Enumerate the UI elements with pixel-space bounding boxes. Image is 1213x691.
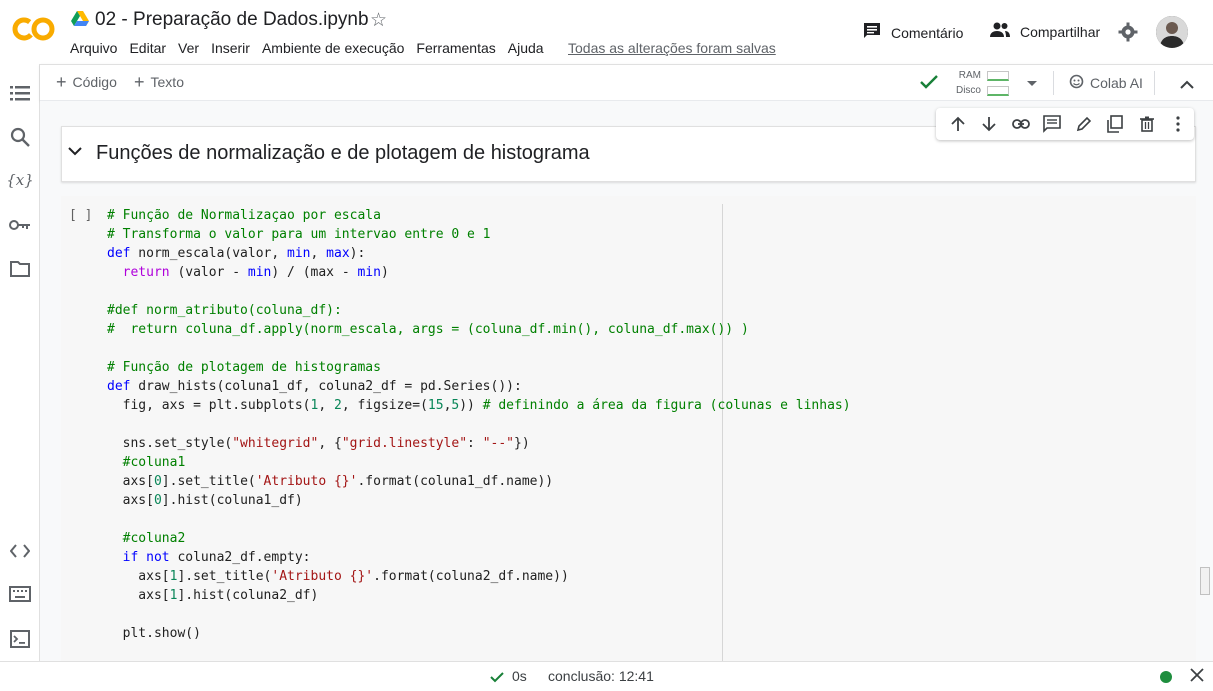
code-line[interactable]: axs[1].hist(coluna2_df) bbox=[107, 586, 851, 605]
disk-label: Disco bbox=[955, 85, 981, 96]
comment-label: Comentário bbox=[891, 24, 964, 41]
code-line[interactable]: #def norm_atributo(coluna_df): bbox=[107, 301, 851, 320]
code-line[interactable]: axs[0].hist(coluna1_df) bbox=[107, 491, 851, 510]
completion-time[interactable]: conclusão: 12:41 bbox=[548, 668, 654, 684]
add-code-label: Código bbox=[72, 74, 117, 90]
comment-icon bbox=[862, 21, 882, 44]
code-line[interactable]: axs[0].set_title('Atributo {}'.format(co… bbox=[107, 472, 851, 491]
disk-meter bbox=[987, 85, 1009, 96]
code-line[interactable]: def norm_escala(valor, min, max): bbox=[107, 244, 851, 263]
left-sidebar: {x} bbox=[0, 64, 40, 691]
command-palette-icon[interactable] bbox=[8, 582, 32, 606]
code-line[interactable]: sns.set_style("whitegrid", {"grid.linest… bbox=[107, 434, 851, 453]
code-line[interactable]: return (valor - min) / (max - min) bbox=[107, 263, 851, 282]
colab-ai-label: Colab AI bbox=[1090, 75, 1143, 91]
search-icon[interactable] bbox=[8, 125, 32, 149]
ram-meter bbox=[987, 70, 1009, 81]
scrollbar-thumb[interactable] bbox=[1200, 567, 1210, 595]
connected-check-icon[interactable] bbox=[920, 75, 938, 94]
code-line[interactable] bbox=[107, 282, 851, 301]
code-line[interactable] bbox=[107, 415, 851, 434]
menu-item-inserir[interactable]: Inserir bbox=[211, 40, 250, 56]
menu-item-ambiente[interactable]: Ambiente de execução bbox=[262, 40, 404, 56]
menu-item-ajuda[interactable]: Ajuda bbox=[508, 40, 544, 56]
colab-ai-button[interactable]: Colab AI bbox=[1069, 74, 1143, 92]
ram-label: RAM bbox=[958, 70, 981, 81]
code-line[interactable]: # return coluna_df.apply(norm_escala, ar… bbox=[107, 320, 851, 339]
plus-icon: + bbox=[134, 72, 145, 92]
add-code-button[interactable]: + Código bbox=[56, 72, 117, 92]
collapse-toolbar-icon[interactable] bbox=[1180, 77, 1194, 95]
add-text-label: Texto bbox=[150, 74, 184, 90]
share-label: Compartilhar bbox=[1020, 23, 1101, 40]
status-bar: 0s conclusão: 12:41 bbox=[0, 661, 1213, 691]
people-icon bbox=[989, 21, 1011, 42]
folder-icon[interactable] bbox=[8, 257, 32, 281]
code-line[interactable]: # Transforma o valor para um intervao en… bbox=[107, 225, 851, 244]
move-down-icon[interactable] bbox=[974, 112, 1006, 136]
link-icon[interactable] bbox=[1005, 112, 1037, 136]
notebook-toolbar: + Código + Texto RAM Disco Colab AI bbox=[40, 64, 1213, 101]
code-line[interactable]: # Função de plotagem de histogramas bbox=[107, 358, 851, 377]
runtime-dropdown-icon[interactable] bbox=[1026, 76, 1038, 94]
edit-icon[interactable] bbox=[1068, 112, 1100, 136]
menu-item-ferramentas[interactable]: Ferramentas bbox=[416, 40, 495, 56]
menu-item-ver[interactable]: Ver bbox=[178, 40, 199, 56]
code-line[interactable]: #coluna2 bbox=[107, 529, 851, 548]
comment-icon[interactable] bbox=[1037, 112, 1069, 136]
connection-status-dot[interactable] bbox=[1160, 671, 1172, 683]
gear-icon[interactable] bbox=[1118, 22, 1138, 47]
close-icon[interactable] bbox=[1190, 668, 1204, 687]
toolbar-divider bbox=[1154, 71, 1155, 95]
section-heading: Funções de normalização e de plotagem de… bbox=[96, 142, 590, 164]
mirror-cell-icon[interactable] bbox=[1100, 112, 1132, 136]
run-cell-button[interactable]: [ ] bbox=[69, 208, 92, 223]
check-icon bbox=[490, 670, 504, 688]
top-bar: 02 - Preparação de Dados.ipynb ☆ Arquivo… bbox=[0, 0, 1213, 64]
comment-button[interactable]: Comentário bbox=[862, 21, 963, 44]
add-text-button[interactable]: + Texto bbox=[134, 72, 184, 92]
star-icon[interactable]: ☆ bbox=[370, 9, 387, 32]
exec-time[interactable]: 0s bbox=[512, 668, 527, 684]
code-line[interactable]: #coluna1 bbox=[107, 453, 851, 472]
code-line[interactable]: axs[1].set_title('Atributo {}'.format(co… bbox=[107, 567, 851, 586]
code-line[interactable] bbox=[107, 510, 851, 529]
resource-meters[interactable]: RAM Disco bbox=[953, 68, 1009, 98]
code-snippets-icon[interactable] bbox=[8, 539, 32, 563]
menu-item-arquivo[interactable]: Arquivo bbox=[70, 40, 117, 56]
chevron-down-icon[interactable] bbox=[68, 143, 82, 161]
code-line[interactable]: if not coluna2_df.empty: bbox=[107, 548, 851, 567]
code-editor[interactable]: # Função de Normalizaçao por escala # Tra… bbox=[107, 206, 851, 643]
plus-icon: + bbox=[56, 72, 67, 92]
colab-logo[interactable] bbox=[12, 14, 56, 44]
terminal-icon[interactable] bbox=[8, 627, 32, 651]
code-line[interactable]: def draw_hists(coluna1_df, coluna2_df = … bbox=[107, 377, 851, 396]
code-line[interactable]: plt.show() bbox=[107, 624, 851, 643]
notebook-title[interactable]: 02 - Preparação de Dados.ipynb bbox=[95, 9, 369, 31]
move-up-icon[interactable] bbox=[942, 112, 974, 136]
menu-item-editar[interactable]: Editar bbox=[129, 40, 166, 56]
more-options-icon[interactable] bbox=[1163, 112, 1195, 136]
code-line[interactable]: # Função de Normalizaçao por escala bbox=[107, 206, 851, 225]
code-cell[interactable]: [ ] # Função de Normalizaçao por escala #… bbox=[61, 196, 1196, 661]
saved-status-link[interactable]: Todas as alterações foram salvas bbox=[568, 40, 776, 56]
share-button[interactable]: Compartilhar bbox=[989, 21, 1100, 42]
toolbar-divider bbox=[1053, 71, 1054, 95]
colab-ai-icon bbox=[1069, 74, 1084, 92]
notebook-content[interactable]: Funções de normalização e de plotagem de… bbox=[40, 101, 1213, 661]
code-line[interactable] bbox=[107, 605, 851, 624]
google-drive-icon[interactable] bbox=[71, 11, 89, 27]
key-icon[interactable] bbox=[8, 213, 32, 237]
code-line[interactable] bbox=[107, 339, 851, 358]
menu-bar: Arquivo Editar Ver Inserir Ambiente de e… bbox=[70, 40, 556, 56]
variables-icon[interactable]: {x} bbox=[6, 168, 34, 192]
table-of-contents-icon[interactable] bbox=[8, 81, 32, 105]
code-line[interactable]: fig, axs = plt.subplots(1, 2, figsize=(1… bbox=[107, 396, 851, 415]
delete-icon[interactable] bbox=[1131, 112, 1163, 136]
avatar[interactable] bbox=[1156, 16, 1188, 48]
cell-toolbar bbox=[936, 108, 1194, 140]
